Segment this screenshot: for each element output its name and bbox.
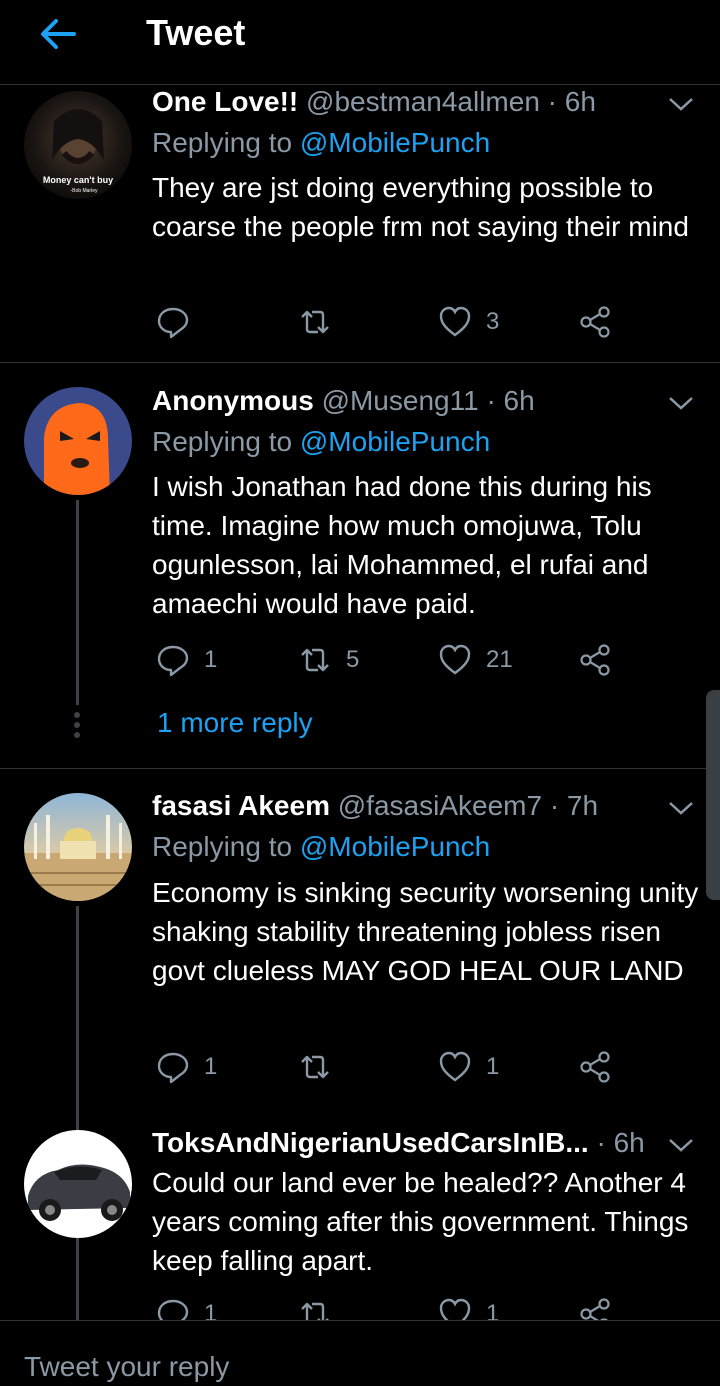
retweet-icon bbox=[301, 1055, 329, 1079]
tweet-author-row: fasasi Akeem @fasasiAkeem7 · 7h bbox=[152, 790, 598, 822]
reply-input-placeholder[interactable]: Tweet your reply bbox=[24, 1351, 229, 1383]
retweet-button[interactable]: 5 bbox=[298, 642, 359, 678]
tweet-author-row: One Love!! @bestman4allmen · 6h bbox=[152, 86, 596, 118]
author-handle[interactable]: @fasasiAkeem7 bbox=[338, 790, 542, 821]
tweet-time: · 7h bbox=[549, 790, 599, 821]
share-button[interactable] bbox=[578, 642, 612, 678]
heart-icon bbox=[439, 306, 471, 337]
share-icon bbox=[580, 306, 610, 338]
reply-icon bbox=[157, 645, 189, 677]
replying-to-label: Replying to bbox=[152, 426, 300, 457]
replying-to: Replying to @MobilePunch bbox=[152, 426, 490, 458]
tweet-author-row: ToksAndNigerianUsedCarsInIB... · 6h bbox=[152, 1127, 645, 1159]
tweet-text: They are jst doing everything possible t… bbox=[152, 172, 689, 242]
reply-to-mention[interactable]: @MobilePunch bbox=[300, 127, 490, 158]
replying-to-label: Replying to bbox=[152, 831, 300, 862]
share-button[interactable] bbox=[578, 304, 612, 340]
share-icon bbox=[580, 644, 610, 676]
like-count: 21 bbox=[486, 646, 513, 673]
avatar[interactable] bbox=[24, 793, 132, 901]
retweet-button[interactable] bbox=[298, 304, 346, 340]
thread-dots bbox=[74, 712, 80, 742]
share-button[interactable] bbox=[578, 1049, 612, 1085]
author-handle[interactable]: @bestman4allmen bbox=[306, 86, 540, 117]
thread-line bbox=[76, 906, 79, 1320]
author-name[interactable]: Anonymous bbox=[152, 385, 314, 416]
tweet-text: I wish Jonathan had done this during his… bbox=[152, 471, 652, 619]
like-button[interactable]: 1 bbox=[438, 1049, 499, 1085]
avatar-caption-author: -Bob Marley bbox=[71, 188, 98, 194]
divider bbox=[0, 362, 720, 363]
chevron-down-icon[interactable] bbox=[668, 1137, 694, 1153]
chevron-down-icon[interactable] bbox=[668, 96, 694, 112]
replying-to: Replying to @MobilePunch bbox=[152, 831, 490, 863]
more-replies-link[interactable]: 1 more reply bbox=[157, 707, 313, 739]
retweet-count: 5 bbox=[346, 646, 360, 673]
avatar[interactable] bbox=[24, 387, 132, 495]
like-count: 3 bbox=[486, 308, 500, 335]
tweet-text: Economy is sinking security worsening un… bbox=[152, 877, 699, 986]
like-button[interactable]: 21 bbox=[438, 642, 513, 678]
author-name[interactable]: fasasi Akeem bbox=[152, 790, 330, 821]
tweet-time: · 6h bbox=[596, 1127, 645, 1158]
scrollbar[interactable] bbox=[706, 690, 720, 900]
share-icon bbox=[580, 1051, 610, 1083]
reply-button[interactable]: 1 bbox=[156, 1049, 217, 1085]
like-count: 1 bbox=[486, 1053, 500, 1080]
avatar[interactable]: Money can't buy -Bob Marley bbox=[24, 91, 132, 199]
reply-icon bbox=[157, 307, 189, 339]
thread-line bbox=[76, 500, 79, 705]
reply-count: 1 bbox=[204, 1053, 218, 1080]
replying-to-label: Replying to bbox=[152, 127, 300, 158]
retweet-button[interactable] bbox=[298, 1049, 346, 1085]
reply-to-mention[interactable]: @MobilePunch bbox=[300, 426, 490, 457]
tweet-text: Could our land ever be healed?? Another … bbox=[152, 1167, 689, 1276]
avatar-caption: Money can't buy bbox=[43, 175, 113, 185]
reply-icon bbox=[157, 1052, 189, 1084]
heart-icon bbox=[439, 1051, 471, 1082]
replying-to: Replying to @MobilePunch bbox=[152, 127, 490, 159]
chevron-down-icon[interactable] bbox=[668, 800, 694, 816]
author-name[interactable]: One Love!! bbox=[152, 86, 298, 117]
divider bbox=[0, 768, 720, 769]
back-arrow-icon[interactable] bbox=[34, 12, 82, 56]
page-title: Tweet bbox=[146, 12, 246, 53]
retweet-icon bbox=[301, 310, 329, 334]
reply-to-mention[interactable]: @MobilePunch bbox=[300, 831, 490, 862]
tweet-time: · 6h bbox=[486, 385, 535, 416]
like-button[interactable]: 3 bbox=[438, 304, 499, 340]
author-handle[interactable]: @Museng11 bbox=[322, 385, 479, 416]
reply-composer[interactable]: Tweet your reply bbox=[0, 1320, 720, 1386]
reply-button[interactable]: 1 bbox=[156, 642, 217, 678]
reply-count: 1 bbox=[204, 646, 218, 673]
tweet-time: · 6h bbox=[547, 86, 596, 117]
top-bar: Tweet bbox=[0, 0, 720, 85]
chevron-down-icon[interactable] bbox=[668, 395, 694, 411]
tweet-author-row: Anonymous @Museng11 · 6h bbox=[152, 385, 535, 417]
avatar[interactable] bbox=[24, 1130, 132, 1238]
reply-button[interactable] bbox=[156, 304, 204, 340]
author-name[interactable]: ToksAndNigerianUsedCarsInIB... bbox=[152, 1127, 589, 1158]
retweet-icon bbox=[301, 648, 329, 672]
heart-icon bbox=[439, 644, 471, 675]
